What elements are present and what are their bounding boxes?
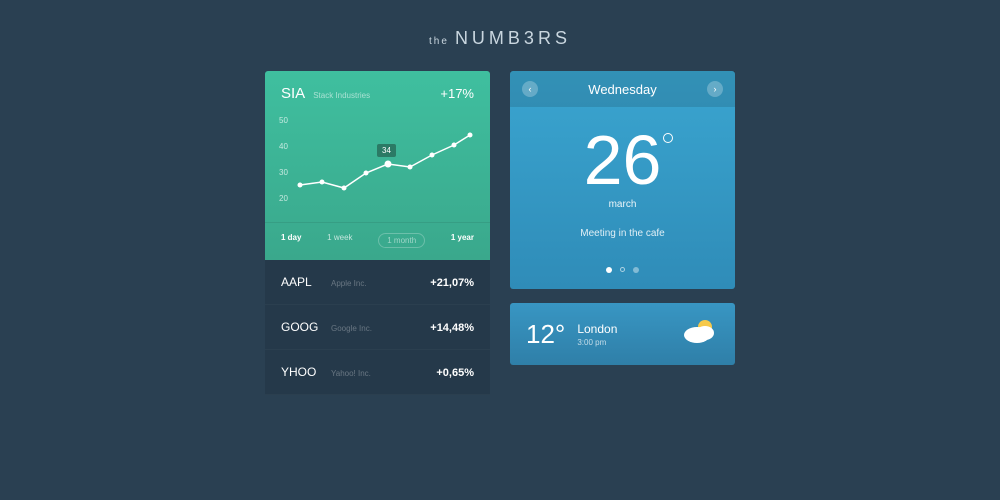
dot-2[interactable]	[620, 267, 625, 272]
page-dots	[510, 253, 735, 289]
stock-change: +17%	[440, 86, 474, 101]
weather-icon	[681, 317, 717, 352]
stock-symbol: SIA	[281, 85, 305, 102]
tab-1month[interactable]: 1 month	[378, 233, 425, 248]
dot-3[interactable]	[633, 267, 639, 273]
weekday-label: Wednesday	[588, 82, 656, 97]
list-item[interactable]: YHOO Yahoo! Inc. +0,65%	[265, 350, 490, 395]
temperature: 12°	[526, 319, 565, 350]
event-text: Meeting in the cafe	[510, 228, 735, 239]
tab-1week[interactable]: 1 week	[327, 233, 352, 248]
tab-1day[interactable]: 1 day	[281, 233, 301, 248]
city-label: London	[577, 322, 617, 336]
tab-1year[interactable]: 1 year	[451, 233, 474, 248]
prev-day-button[interactable]: ‹	[522, 81, 538, 97]
month-label: march	[510, 199, 735, 210]
weather-card: 12° London 3:00 pm	[510, 303, 735, 365]
stock-name: Stack Industries	[313, 91, 440, 100]
list-item[interactable]: AAPL Apple Inc. +21,07%	[265, 260, 490, 305]
page-title: theNUMB3RS	[0, 0, 1000, 71]
calendar-card: ‹ Wednesday › 26 march Meeting in the ca…	[510, 71, 735, 289]
list-item[interactable]: GOOG Google Inc. +14,48%	[265, 305, 490, 350]
dot-1[interactable]	[606, 267, 612, 273]
stock-list: AAPL Apple Inc. +21,07% GOOG Google Inc.…	[265, 260, 490, 395]
range-tabs: 1 day 1 week 1 month 1 year	[265, 222, 490, 260]
stock-chart: 50 40 30 20 34	[265, 112, 490, 222]
chart-callout: 34	[377, 144, 396, 157]
next-day-button[interactable]: ›	[707, 81, 723, 97]
date-number: 26	[584, 125, 662, 195]
time-label: 3:00 pm	[577, 338, 617, 347]
stock-card: SIA Stack Industries +17% 50 40 30 20 34…	[265, 71, 490, 260]
